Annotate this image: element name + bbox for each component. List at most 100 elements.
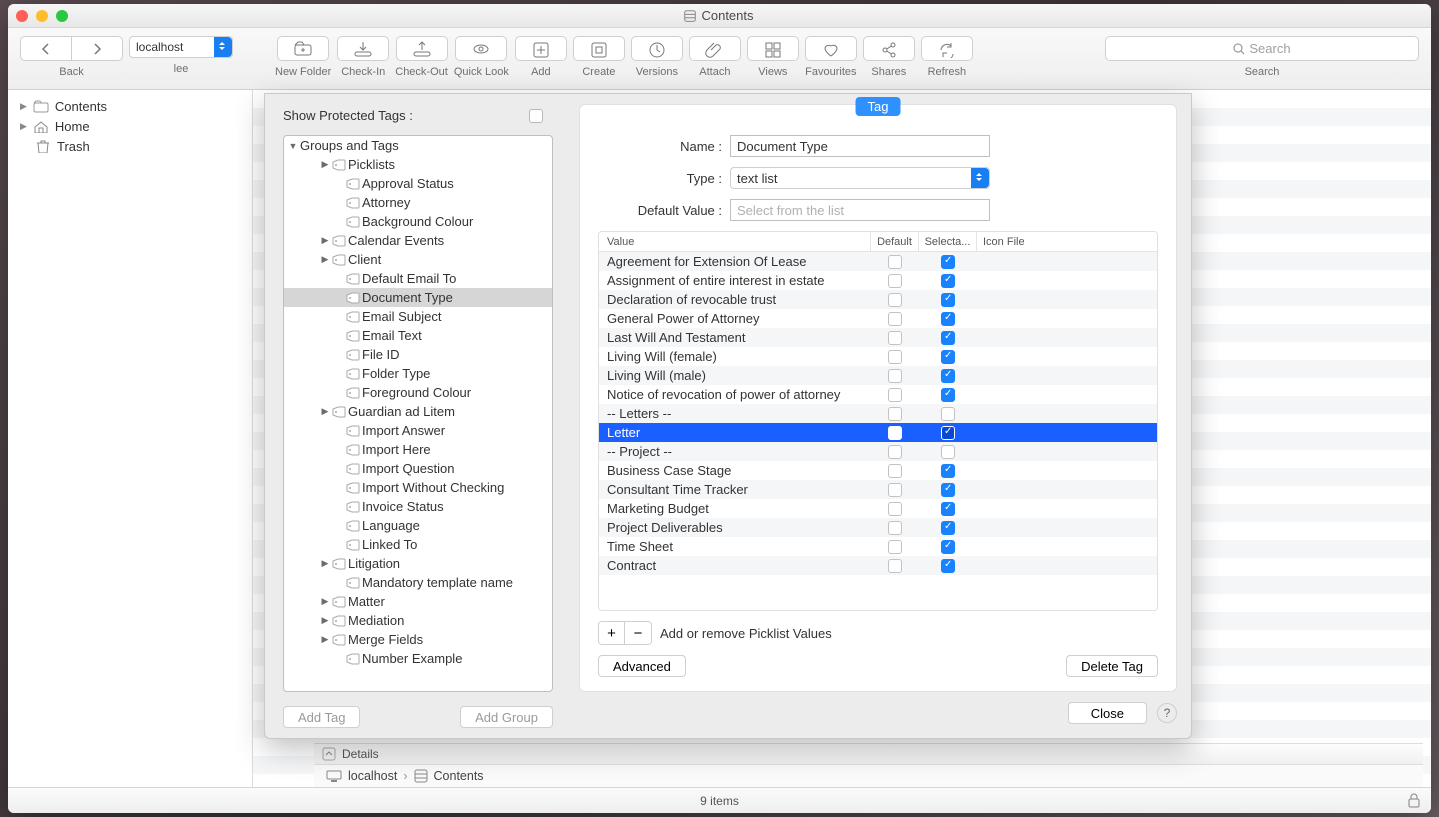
lock-icon[interactable]: [1407, 792, 1421, 808]
tree-item[interactable]: Foreground Colour: [284, 383, 552, 402]
toolbar-shares-button[interactable]: [863, 36, 915, 61]
table-row[interactable]: Last Will And Testament: [599, 328, 1157, 347]
default-checkbox[interactable]: [888, 407, 902, 421]
tags-tree[interactable]: ▼ Groups and Tags ▶PicklistsApproval Sta…: [283, 135, 553, 692]
breadcrumb[interactable]: localhost › Contents: [314, 765, 1423, 787]
disclosure-icon[interactable]: ▶: [320, 596, 330, 607]
tree-item[interactable]: File ID: [284, 345, 552, 364]
table-row[interactable]: Project Deliverables: [599, 518, 1157, 537]
col-selectable[interactable]: Selecta...: [919, 232, 977, 251]
tree-item[interactable]: Approval Status: [284, 174, 552, 193]
close-button[interactable]: Close: [1068, 702, 1147, 724]
tree-item[interactable]: ▶Merge Fields: [284, 630, 552, 649]
tree-item[interactable]: Email Text: [284, 326, 552, 345]
table-row[interactable]: Consultant Time Tracker: [599, 480, 1157, 499]
add-tag-button[interactable]: Add Tag: [283, 706, 360, 728]
tree-item[interactable]: Language: [284, 516, 552, 535]
tree-item[interactable]: ▶Matter: [284, 592, 552, 611]
disclosure-icon[interactable]: ▶: [320, 159, 330, 170]
back-button[interactable]: [20, 36, 72, 61]
table-row[interactable]: -- Project --: [599, 442, 1157, 461]
add-group-button[interactable]: Add Group: [460, 706, 553, 728]
sidebar-item-trash[interactable]: Trash: [8, 136, 252, 156]
default-checkbox[interactable]: [888, 369, 902, 383]
disclosure-icon[interactable]: ▶: [320, 634, 330, 645]
table-row[interactable]: Living Will (male): [599, 366, 1157, 385]
default-checkbox[interactable]: [888, 293, 902, 307]
selectable-checkbox[interactable]: [941, 521, 955, 535]
selectable-checkbox[interactable]: [941, 464, 955, 478]
col-icon[interactable]: Icon File: [977, 232, 1157, 251]
tree-item[interactable]: Attorney: [284, 193, 552, 212]
tree-item[interactable]: ▶Guardian ad Litem: [284, 402, 552, 421]
table-row[interactable]: Living Will (female): [599, 347, 1157, 366]
help-button[interactable]: ?: [1157, 703, 1177, 723]
default-checkbox[interactable]: [888, 502, 902, 516]
close-window-button[interactable]: [16, 10, 28, 22]
selectable-checkbox[interactable]: [941, 312, 955, 326]
search-input[interactable]: Search: [1105, 36, 1419, 61]
default-checkbox[interactable]: [888, 350, 902, 364]
tree-item[interactable]: ▶Mediation: [284, 611, 552, 630]
default-checkbox[interactable]: [888, 426, 902, 440]
selectable-checkbox[interactable]: [941, 293, 955, 307]
default-checkbox[interactable]: [888, 483, 902, 497]
selectable-checkbox[interactable]: [941, 559, 955, 573]
add-picklist-button[interactable]: +: [599, 622, 625, 644]
selectable-checkbox[interactable]: [941, 388, 955, 402]
disclosure-icon[interactable]: ▶: [20, 121, 27, 132]
toolbar-new-folder-button[interactable]: [277, 36, 329, 61]
tree-item[interactable]: Mandatory template name: [284, 573, 552, 592]
tree-item[interactable]: Import Question: [284, 459, 552, 478]
default-checkbox[interactable]: [888, 521, 902, 535]
tree-item[interactable]: ▶Litigation: [284, 554, 552, 573]
tree-item[interactable]: Import Here: [284, 440, 552, 459]
minimize-window-button[interactable]: [36, 10, 48, 22]
disclosure-icon[interactable]: ▶: [320, 615, 330, 626]
tree-item[interactable]: Import Answer: [284, 421, 552, 440]
default-checkbox[interactable]: [888, 540, 902, 554]
toolbar-check-in-button[interactable]: [337, 36, 389, 61]
forward-button[interactable]: [71, 36, 123, 61]
disclosure-icon[interactable]: ▶: [320, 406, 330, 417]
table-row[interactable]: Marketing Budget: [599, 499, 1157, 518]
table-row[interactable]: Letter: [599, 423, 1157, 442]
toolbar-add-button[interactable]: [515, 36, 567, 61]
disclosure-icon[interactable]: ▶: [20, 101, 27, 112]
disclosure-icon[interactable]: ▶: [320, 558, 330, 569]
tree-item[interactable]: ▶Calendar Events: [284, 231, 552, 250]
tree-item[interactable]: Default Email To: [284, 269, 552, 288]
tree-item[interactable]: Folder Type: [284, 364, 552, 383]
tree-item[interactable]: Background Colour: [284, 212, 552, 231]
tree-item[interactable]: ▶Picklists: [284, 155, 552, 174]
selectable-checkbox[interactable]: [941, 426, 955, 440]
tree-item[interactable]: Number Example: [284, 649, 552, 668]
toolbar-refresh-button[interactable]: [921, 36, 973, 61]
toolbar-favourites-button[interactable]: [805, 36, 857, 61]
sidebar-item-contents[interactable]: ▶Contents: [8, 96, 252, 116]
selectable-checkbox[interactable]: [941, 540, 955, 554]
col-value[interactable]: Value: [599, 232, 871, 251]
table-row[interactable]: Assignment of entire interest in estate: [599, 271, 1157, 290]
remove-picklist-button[interactable]: −: [625, 622, 651, 644]
tree-root[interactable]: ▼ Groups and Tags: [284, 136, 552, 155]
tree-item[interactable]: Import Without Checking: [284, 478, 552, 497]
default-checkbox[interactable]: [888, 388, 902, 402]
table-row[interactable]: Notice of revocation of power of attorne…: [599, 385, 1157, 404]
default-checkbox[interactable]: [888, 331, 902, 345]
selectable-checkbox[interactable]: [941, 445, 955, 459]
table-row[interactable]: Agreement for Extension Of Lease: [599, 252, 1157, 271]
table-row[interactable]: Business Case Stage: [599, 461, 1157, 480]
default-checkbox[interactable]: [888, 445, 902, 459]
toolbar-check-out-button[interactable]: [396, 36, 448, 61]
default-checkbox[interactable]: [888, 312, 902, 326]
col-default[interactable]: Default: [871, 232, 919, 251]
details-toggle[interactable]: Details: [314, 743, 1423, 765]
selectable-checkbox[interactable]: [941, 331, 955, 345]
maximize-window-button[interactable]: [56, 10, 68, 22]
advanced-button[interactable]: Advanced: [598, 655, 686, 677]
selectable-checkbox[interactable]: [941, 255, 955, 269]
toolbar-create-button[interactable]: [573, 36, 625, 61]
toolbar-views-button[interactable]: [747, 36, 799, 61]
delete-tag-button[interactable]: Delete Tag: [1066, 655, 1158, 677]
